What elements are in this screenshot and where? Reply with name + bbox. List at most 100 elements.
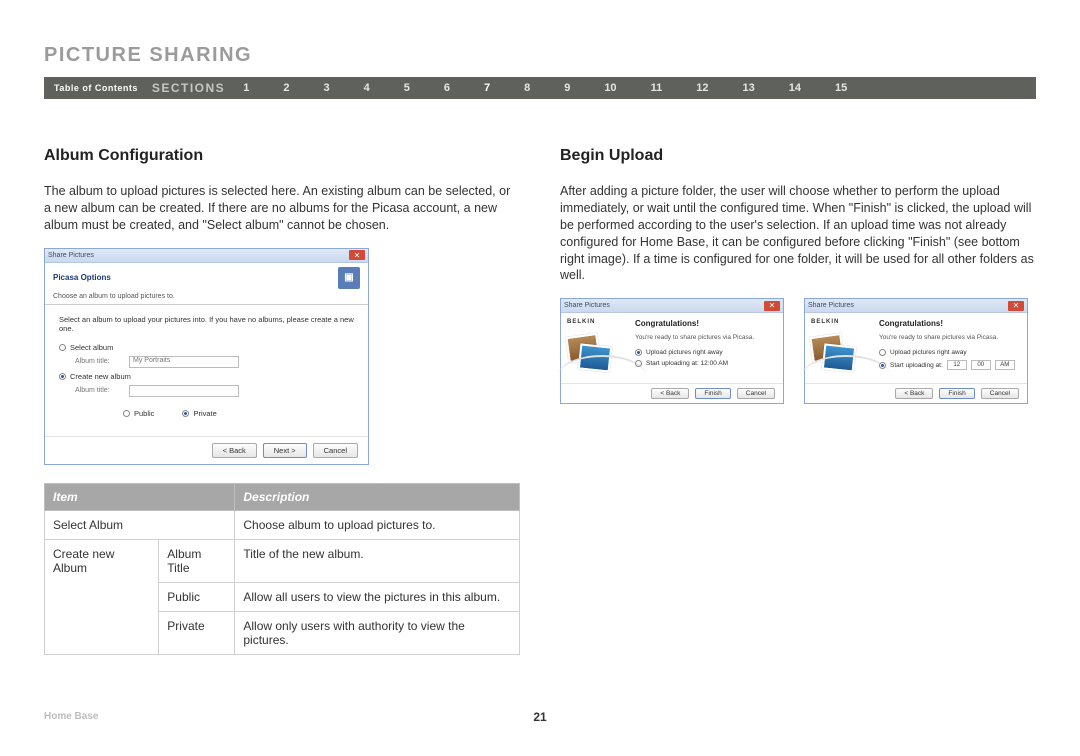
section-link-1[interactable]: 1 [243,82,249,94]
text-begin-upload: After adding a picture folder, the user … [560,183,1036,284]
column-begin-upload: Begin Upload After adding a picture fold… [560,147,1036,655]
radio-upload-now[interactable]: Upload pictures right away [635,349,777,356]
cell-item: Create new Album [45,539,159,654]
input-album-title[interactable] [129,385,239,397]
close-icon[interactable]: ✕ [764,301,780,311]
brand-label: BELKIN [567,319,629,325]
dialog-header: Picasa Options ▣ [45,263,368,293]
cell-desc: Title of the new album. [235,539,520,582]
brand-label: BELKIN [811,319,873,325]
radio-label: Start uploading at: [890,362,943,369]
section-link-8[interactable]: 8 [524,82,530,94]
section-link-5[interactable]: 5 [404,82,410,94]
cancel-button[interactable]: Cancel [313,443,358,458]
dialog-hint: Select an album to upload your pictures … [59,315,354,333]
radio-icon [182,410,189,417]
section-link-10[interactable]: 10 [604,82,616,94]
radio-select-album[interactable]: Select album [59,343,354,352]
section-link-2[interactable]: 2 [283,82,289,94]
radio-private[interactable]: Private [182,409,216,418]
select-album-dropdown[interactable]: My Portraits [129,356,239,368]
back-button[interactable]: < Back [651,388,689,399]
congrats-sub: You're ready to share pictures via Picas… [635,334,777,341]
radio-public[interactable]: Public [123,409,154,418]
finish-button[interactable]: Finish [939,388,974,399]
radio-label: Upload pictures right away [646,349,723,356]
section-link-13[interactable]: 13 [742,82,754,94]
cell-desc: Choose album to upload pictures to. [235,510,520,539]
close-icon[interactable]: ✕ [349,250,365,260]
footer-product: Home Base [44,711,98,722]
cell-sub: Public [159,582,235,611]
radio-create-album[interactable]: Create new album [59,372,354,381]
section-link-14[interactable]: 14 [789,82,801,94]
section-link-11[interactable]: 11 [651,82,663,94]
th-item: Item [45,483,235,510]
cell-desc: Allow only users with authority to view … [235,611,520,654]
section-link-12[interactable]: 12 [696,82,708,94]
radio-label: Select album [70,343,113,352]
dialog-window-title: Share Pictures [564,302,610,309]
radio-icon [879,362,886,369]
dialog-window-title: Share Pictures [48,252,94,259]
finish-button[interactable]: Finish [695,388,730,399]
section-links: 1 2 3 4 5 6 7 8 9 10 11 12 13 14 15 [243,82,1026,94]
table-row: Create new Album Album Title Title of th… [45,539,520,582]
cancel-button[interactable]: Cancel [737,388,775,399]
dialog-body: Select an album to upload your pictures … [45,304,368,436]
select-hour[interactable]: 12 [947,360,967,370]
dialog-titlebar: Share Pictures ✕ [45,249,368,263]
radio-upload-at-time[interactable]: Start uploading at: 12 00 AM [879,360,1021,370]
back-button[interactable]: < Back [895,388,933,399]
congrats-title: Congratulations! [879,319,1021,328]
table-row: Select Album Choose album to upload pict… [45,510,520,539]
radio-icon [59,344,66,351]
radio-label: Public [134,409,154,418]
radio-label: Upload pictures right away [890,349,967,356]
select-minute[interactable]: 00 [971,360,991,370]
select-ampm[interactable]: AM [995,360,1015,370]
radio-label: Private [193,409,216,418]
toc-link[interactable]: Table of Contents [54,83,138,93]
section-link-7[interactable]: 7 [484,82,490,94]
section-link-9[interactable]: 9 [564,82,570,94]
label-album-title-2: Album title: [75,387,123,394]
cell-sub: Private [159,611,235,654]
radio-upload-now[interactable]: Upload pictures right away [879,349,1021,356]
dialog-head-sub: Choose an album to upload pictures to. [45,293,368,304]
section-link-4[interactable]: 4 [364,82,370,94]
radio-label: Start uploading at: 12:00 AM [646,360,728,367]
dialog-head-title: Picasa Options [53,273,111,282]
section-link-15[interactable]: 15 [835,82,847,94]
heading-begin-upload: Begin Upload [560,147,1036,165]
dialog-titlebar: Share Pictures ✕ [561,299,783,313]
page-title: PICTURE SHARING [44,44,1036,67]
next-button[interactable]: Next > [263,443,307,458]
picture-icon: ▣ [338,267,360,289]
section-link-6[interactable]: 6 [444,82,450,94]
dialog-window-title: Share Pictures [808,302,854,309]
page-number: 21 [533,710,546,724]
section-link-3[interactable]: 3 [323,82,329,94]
close-icon[interactable]: ✕ [1008,301,1024,311]
radio-upload-at-time[interactable]: Start uploading at: 12:00 AM [635,360,777,367]
cell-sub: Album Title [159,539,235,582]
dialog-picasa-options: Share Pictures ✕ Picasa Options ▣ Choose… [44,248,369,465]
dialog-titlebar: Share Pictures ✕ [805,299,1027,313]
column-album-config: Album Configuration The album to upload … [44,147,520,655]
cell-item: Select Album [45,510,235,539]
dialog-congrats-b: Share Pictures ✕ BELKIN Congratulations!… [804,298,1028,404]
congrats-title: Congratulations! [635,319,777,328]
cancel-button[interactable]: Cancel [981,388,1019,399]
radio-label: Create new album [70,372,131,381]
dialog-congrats-a: Share Pictures ✕ BELKIN Congratulations!… [560,298,784,404]
radio-icon [59,373,66,380]
cell-desc: Allow all users to view the pictures in … [235,582,520,611]
page-footer: Home Base 21 [44,711,1036,722]
sections-label: SECTIONS [152,81,225,95]
radio-icon [635,349,642,356]
radio-icon [123,410,130,417]
back-button[interactable]: < Back [212,443,257,458]
text-album-config: The album to upload pictures is selected… [44,183,520,234]
section-nav: Table of Contents SECTIONS 1 2 3 4 5 6 7… [44,77,1036,99]
